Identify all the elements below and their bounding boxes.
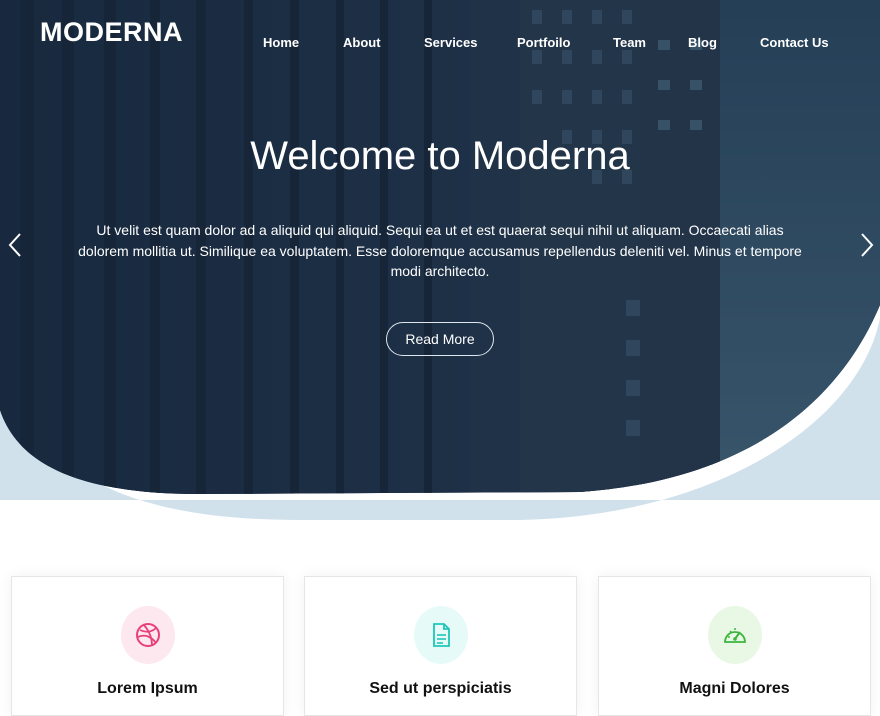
carousel-prev-button[interactable] [4,230,28,260]
nav-link-home[interactable]: Home [263,34,299,52]
dribbble-icon [135,623,160,647]
features-section: Lorem Ipsum Sed ut perspiciatis Magni Do… [0,576,880,716]
feature-icon-badge [413,606,468,664]
nav-link-contact[interactable]: Contact Us [760,34,829,52]
feature-title: Lorem Ipsum [97,680,198,697]
site-header: MODERNA Home About Services Portfoilo Te… [0,0,880,84]
hero-section: MODERNA Home About Services Portfoilo Te… [0,0,880,530]
feature-card[interactable]: Magni Dolores [598,576,871,716]
nav-link-team[interactable]: Team [613,34,646,52]
chevron-right-icon [861,233,874,257]
nav-link-services[interactable]: Services [424,34,478,52]
chevron-left-icon [8,233,21,257]
feature-icon-badge [707,606,762,664]
speedometer-icon [723,628,746,643]
carousel-next-button[interactable] [856,230,880,260]
feature-card[interactable]: Sed ut perspiciatis [304,576,577,716]
document-icon [432,623,450,647]
main-nav: Home About Services Portfoilo Team Blog … [0,34,880,52]
feature-card[interactable]: Lorem Ipsum [11,576,284,716]
hero-title: Welcome to Moderna [250,134,630,178]
feature-title: Sed ut perspiciatis [369,680,512,697]
hero-description: Ut velit est quam dolor ad a aliquid qui… [78,222,802,279]
feature-icon-badge [120,606,175,664]
read-more-button[interactable]: Read More [386,322,494,356]
feature-title: Magni Dolores [679,680,790,697]
nav-link-blog[interactable]: Blog [688,34,717,52]
nav-link-portfolio[interactable]: Portfoilo [517,34,570,52]
nav-link-about[interactable]: About [343,34,381,52]
